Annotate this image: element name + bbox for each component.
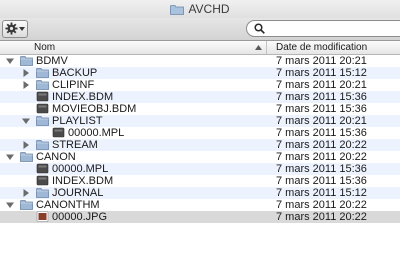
- list-item[interactable]: CLIPINF 7 mars 2011 20:21: [0, 79, 400, 91]
- item-name: STREAM: [52, 139, 98, 151]
- item-name: INDEX.BDM: [52, 175, 114, 187]
- list-item[interactable]: CANONTHM 7 mars 2011 20:22: [0, 199, 400, 211]
- toolbar: [0, 18, 400, 41]
- item-name: CLIPINF: [52, 79, 95, 91]
- list-item[interactable]: PLAYLIST 7 mars 2011 20:21: [0, 115, 400, 127]
- window-title: AVCHD: [188, 2, 230, 16]
- disclosure-collapsed-icon[interactable]: [22, 81, 30, 89]
- item-date-modified: 7 mars 2011 15:12: [276, 67, 367, 79]
- search-icon: [254, 23, 265, 34]
- sort-ascending-icon: [255, 45, 262, 50]
- item-date-modified: 7 mars 2011 15:36: [276, 163, 367, 175]
- disclosure-collapsed-icon[interactable]: [22, 141, 30, 149]
- item-name: 00000.MPL: [52, 163, 109, 175]
- folder-icon: [20, 152, 33, 162]
- folder-icon: [20, 56, 33, 66]
- file-list: BDMV 7 mars 2011 20:21 BACKUP 7 mars 2011 1…: [0, 55, 400, 223]
- item-date-modified: 7 mars 2011 15:12: [276, 187, 367, 199]
- list-item[interactable]: STREAM 7 mars 2011 20:22: [0, 139, 400, 151]
- item-name: 00000.MPL: [68, 127, 125, 139]
- item-date-modified: 7 mars 2011 20:22: [276, 139, 367, 151]
- item-name: CANON: [36, 151, 76, 163]
- list-item[interactable]: CANON 7 mars 2011 20:22: [0, 151, 400, 163]
- list-item[interactable]: INDEX.BDM 7 mars 2011 15:36: [0, 91, 400, 103]
- list-item[interactable]: MOVIEOBJ.BDM 7 mars 2011 15:36: [0, 103, 400, 115]
- list-item[interactable]: INDEX.BDM 7 mars 2011 15:36: [0, 175, 400, 187]
- folder-icon: [36, 80, 49, 90]
- item-date-modified: 7 mars 2011 20:22: [276, 151, 367, 163]
- item-date-modified: 7 mars 2011 15:36: [276, 91, 367, 103]
- search-field[interactable]: [246, 20, 400, 37]
- search-input[interactable]: [267, 21, 397, 35]
- document-icon: [36, 175, 49, 186]
- column-header-name[interactable]: Nom: [34, 42, 55, 53]
- item-name: JOURNAL: [52, 187, 104, 199]
- chevron-down-icon: [19, 27, 25, 31]
- column-header-date-modified[interactable]: Date de modification: [276, 42, 367, 53]
- disclosure-expanded-icon[interactable]: [6, 153, 14, 161]
- item-date-modified: 7 mars 2011 15:36: [276, 127, 367, 139]
- list-item[interactable]: 00000.MPL 7 mars 2011 15:36: [0, 163, 400, 175]
- item-name: BACKUP: [52, 67, 98, 79]
- item-name: MOVIEOBJ.BDM: [52, 103, 137, 115]
- list-item[interactable]: BDMV 7 mars 2011 20:21: [0, 55, 400, 67]
- action-menu-button[interactable]: [2, 20, 28, 38]
- folder-icon: [36, 140, 49, 150]
- item-date-modified: 7 mars 2011 15:36: [276, 175, 367, 187]
- document-icon: [52, 127, 65, 138]
- document-icon: [36, 103, 49, 114]
- folder-icon: [36, 116, 49, 126]
- gear-icon: [5, 22, 18, 35]
- folder-icon: [36, 188, 49, 198]
- list-item[interactable]: 00000.JPG 7 mars 2011 20:22: [0, 211, 400, 223]
- item-date-modified: 7 mars 2011 20:21: [276, 79, 367, 91]
- window-title-group: AVCHD: [0, 2, 400, 16]
- item-date-modified: 7 mars 2011 20:21: [276, 55, 367, 67]
- folder-icon: [20, 200, 33, 210]
- item-name: PLAYLIST: [52, 115, 103, 127]
- document-icon: [36, 163, 49, 174]
- document-icon: [36, 91, 49, 102]
- item-date-modified: 7 mars 2011 15:36: [276, 103, 367, 115]
- list-item[interactable]: BACKUP 7 mars 2011 15:12: [0, 67, 400, 79]
- list-item[interactable]: JOURNAL 7 mars 2011 15:12: [0, 187, 400, 199]
- disclosure-expanded-icon[interactable]: [22, 117, 30, 125]
- disclosure-collapsed-icon[interactable]: [22, 189, 30, 197]
- disclosure-collapsed-icon[interactable]: [22, 69, 30, 77]
- folder-icon: [170, 5, 185, 15]
- item-date-modified: 7 mars 2011 20:22: [276, 199, 367, 211]
- disclosure-expanded-icon[interactable]: [6, 201, 14, 209]
- item-date-modified: 7 mars 2011 20:21: [276, 115, 367, 127]
- column-header: Nom Date de modification: [0, 41, 400, 55]
- item-name: INDEX.BDM: [52, 91, 114, 103]
- item-name: 00000.JPG: [52, 211, 108, 223]
- title-bar: AVCHD: [0, 0, 400, 18]
- image-file-icon: [36, 211, 49, 222]
- item-date-modified: 7 mars 2011 20:22: [276, 211, 367, 223]
- item-name: CANONTHM: [36, 199, 100, 211]
- disclosure-expanded-icon[interactable]: [6, 57, 14, 65]
- column-divider[interactable]: [266, 41, 267, 54]
- folder-icon: [36, 68, 49, 78]
- item-name: BDMV: [36, 55, 68, 67]
- list-item[interactable]: 00000.MPL 7 mars 2011 15:36: [0, 127, 400, 139]
